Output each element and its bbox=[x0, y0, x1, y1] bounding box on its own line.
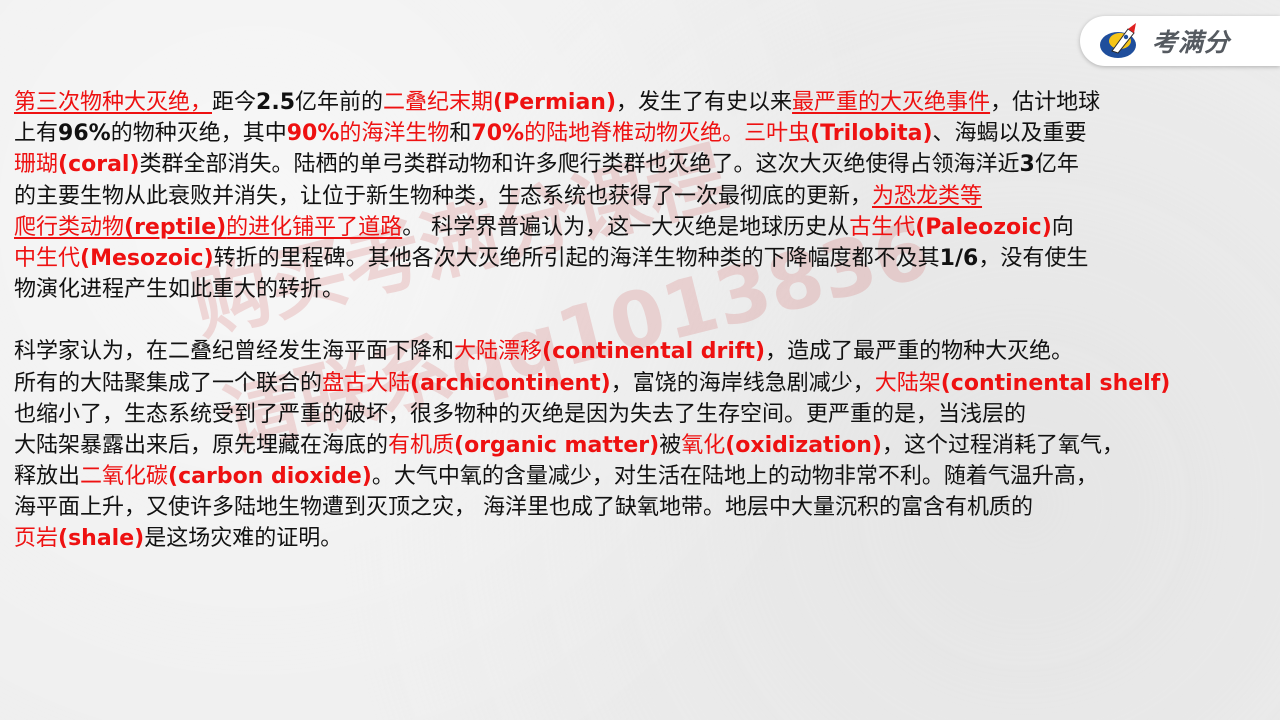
text-segment: ，没有使生 bbox=[978, 245, 1089, 271]
text-segment: 向 bbox=[1051, 214, 1074, 240]
text-segment: 亿年 bbox=[1034, 152, 1079, 178]
highlight-term: (shale) bbox=[58, 526, 145, 552]
text-segment: 亿年前的 bbox=[295, 90, 384, 115]
text-segment: 、海蝎以及重要 bbox=[932, 121, 1087, 147]
highlight-term: (Mesozoic) bbox=[80, 245, 214, 271]
highlight-term: (oxidization) bbox=[725, 432, 882, 458]
text-segment: 3 bbox=[1019, 152, 1035, 178]
text-line: 爬行类动物(reptile)的进化铺平了道路。 科学界普遍认为，这一大灭绝是地球… bbox=[14, 212, 1280, 243]
text-segment: 和 bbox=[449, 121, 472, 147]
text-line: 海平面上升，又使许多陆地生物遭到灭顶之灾， 海洋里也成了缺氧地带。地层中大量沉积… bbox=[14, 492, 1280, 523]
highlight-term: (reptile) bbox=[124, 214, 227, 240]
highlight-term: 页岩 bbox=[14, 526, 59, 552]
text-segment: 大陆架暴露出来后，原先埋藏在海底的 bbox=[14, 432, 389, 458]
text-line: 释放出二氧化碳(carbon dioxide)。大气中氧的含量减少，对生活在陆地… bbox=[14, 461, 1280, 492]
text-segment: 。大气中氧的含量减少，对生活在陆地上的动物非常不利。随着气温升高， bbox=[371, 464, 1098, 490]
text-segment: 释放出 bbox=[14, 464, 81, 490]
text-line: 上有96%的物种灭绝，其中90%的海洋生物和70%的陆地脊椎动物灭绝。三叶虫(T… bbox=[14, 118, 1280, 149]
text-line: 中生代(Mesozoic)转折的里程碑。其他各次大灭绝所引起的海洋生物种类的下降… bbox=[14, 243, 1280, 274]
text-segment: ，这个过程消耗了氧气， bbox=[881, 432, 1124, 458]
text-segment: 所有的大陆聚集成了一个联合的 bbox=[14, 370, 323, 396]
text-line: 物演化进程产生如此重大的转折。 bbox=[14, 274, 1280, 305]
highlight-term: 珊瑚 bbox=[14, 152, 59, 178]
highlight-term: 的陆地脊椎动物灭绝。 bbox=[524, 121, 745, 147]
highlight-term: 大陆架 bbox=[874, 370, 941, 396]
highlight-term: (organic matter) bbox=[454, 432, 660, 458]
highlight-term: (continental drift) bbox=[542, 339, 766, 365]
highlight-term: 最严重的大灭绝事件 bbox=[792, 90, 991, 115]
highlight-term: 二叠纪末期 bbox=[383, 90, 494, 115]
text-segment: ，发生了有史以来 bbox=[616, 90, 793, 115]
highlight-term: 三叶虫 bbox=[744, 121, 811, 147]
highlight-term: 氧化 bbox=[681, 432, 726, 458]
brand-logo-text: 考满分 bbox=[1152, 28, 1231, 57]
highlight-term: 的进化铺平了道路 bbox=[226, 214, 403, 240]
highlight-term: (continental shelf) bbox=[940, 370, 1171, 396]
text-line: 珊瑚(coral)类群全部消失。陆栖的单弓类群动物和许多爬行类群也灭绝了。这次大… bbox=[14, 149, 1280, 180]
highlight-term: (coral) bbox=[58, 152, 140, 178]
article-body: 第三次物种大灭绝，距今2.5亿年前的二叠纪末期(Permian)，发生了有史以来… bbox=[14, 87, 1280, 555]
text-segment: 也缩小了，生态系统受到了严重的破坏，很多物种的灭绝是因为失去了生存空间。更严重的… bbox=[14, 401, 1027, 427]
text-line: 所有的大陆聚集成了一个联合的盘古大陆(archicontinent)，富饶的海岸… bbox=[14, 368, 1280, 399]
highlight-term: 的海洋生物 bbox=[339, 121, 450, 147]
text-segment: ，估计地球 bbox=[990, 90, 1101, 115]
highlight-term: 盘古大陆 bbox=[322, 370, 411, 396]
text-segment: 海平面上升，又使许多陆地生物遭到灭顶之灾， 海洋里也成了缺氧地带。地层中大量沉积… bbox=[14, 495, 1033, 521]
rocket-logo-icon bbox=[1098, 21, 1142, 61]
text-segment: ，富饶的海岸线急剧减少， bbox=[610, 370, 875, 396]
highlight-term: 古生代 bbox=[849, 214, 916, 240]
brand-logo: 考满分 bbox=[1080, 16, 1280, 66]
highlight-term: 90% bbox=[286, 121, 340, 147]
highlight-term: (carbon dioxide) bbox=[168, 464, 372, 490]
highlight-term: (archicontinent) bbox=[410, 370, 611, 396]
text-segment: 1/6 bbox=[939, 245, 979, 271]
highlight-term: 第三次物种大灭绝， bbox=[14, 90, 213, 115]
text-segment: ，造成了最严重的物种大灭绝。 bbox=[765, 339, 1074, 365]
text-line: 的主要生物从此衰败并消失，让位于新生物种类，生态系统也获得了一次最彻底的更新，为… bbox=[14, 181, 1280, 212]
text-line: 科学家认为，在二叠纪曾经发生海平面下降和大陆漂移(continental dri… bbox=[14, 336, 1280, 367]
text-segment: 物演化进程产生如此重大的转折。 bbox=[14, 277, 345, 303]
text-segment: 类群全部消失。陆栖的单弓类群动物和许多爬行类群也灭绝了。这次大灭绝使得占领海洋近 bbox=[139, 152, 1020, 178]
text-segment: 的物种灭绝，其中 bbox=[110, 121, 287, 147]
text-segment: 转折的里程碑。其他各次大灭绝所引起的海洋生物种类的下降幅度都不及其 bbox=[213, 245, 940, 271]
highlight-term: 爬行类动物 bbox=[14, 214, 125, 240]
text-segment: 。 科学界普遍认为，这一大灭绝是地球历史从 bbox=[402, 214, 850, 240]
highlight-term: 中生代 bbox=[14, 245, 81, 271]
text-line: 页岩(shale)是这场灾难的证明。 bbox=[14, 523, 1280, 554]
highlight-term: (Paleozoic) bbox=[915, 214, 1052, 240]
paragraph-causes: 科学家认为，在二叠纪曾经发生海平面下降和大陆漂移(continental dri… bbox=[14, 336, 1280, 554]
text-segment: 2.5 bbox=[256, 90, 296, 115]
text-line: 大陆架暴露出来后，原先埋藏在海底的有机质(organic matter)被氧化(… bbox=[14, 430, 1280, 461]
highlight-term: 二氧化碳 bbox=[80, 464, 169, 490]
highlight-term: (Trilobita) bbox=[810, 121, 933, 147]
text-segment: 距今 bbox=[212, 90, 257, 115]
text-segment: 的主要生物从此衰败并消失，让位于新生物种类，生态系统也获得了一次最彻底的更新， bbox=[14, 183, 873, 209]
text-segment: 96% bbox=[58, 121, 111, 147]
highlight-term: 70% bbox=[471, 121, 525, 147]
text-segment: 是这场灾难的证明。 bbox=[144, 526, 343, 552]
highlight-term: (Permian) bbox=[493, 90, 617, 115]
highlight-term: 大陆漂移 bbox=[454, 339, 543, 365]
highlight-term: 有机质 bbox=[388, 432, 455, 458]
highlight-term: 为恐龙类等 bbox=[872, 183, 983, 209]
text-line: 也缩小了，生态系统受到了严重的破坏，很多物种的灭绝是因为失去了生存空间。更严重的… bbox=[14, 399, 1280, 430]
text-segment: 科学家认为，在二叠纪曾经发生海平面下降和 bbox=[14, 339, 455, 365]
text-segment: 上有 bbox=[14, 121, 59, 147]
paragraph-permian-extinction: 第三次物种大灭绝，距今2.5亿年前的二叠纪末期(Permian)，发生了有史以来… bbox=[14, 87, 1280, 305]
text-line: 第三次物种大灭绝，距今2.5亿年前的二叠纪末期(Permian)，发生了有史以来… bbox=[14, 87, 1280, 118]
text-segment: 被 bbox=[659, 432, 682, 458]
